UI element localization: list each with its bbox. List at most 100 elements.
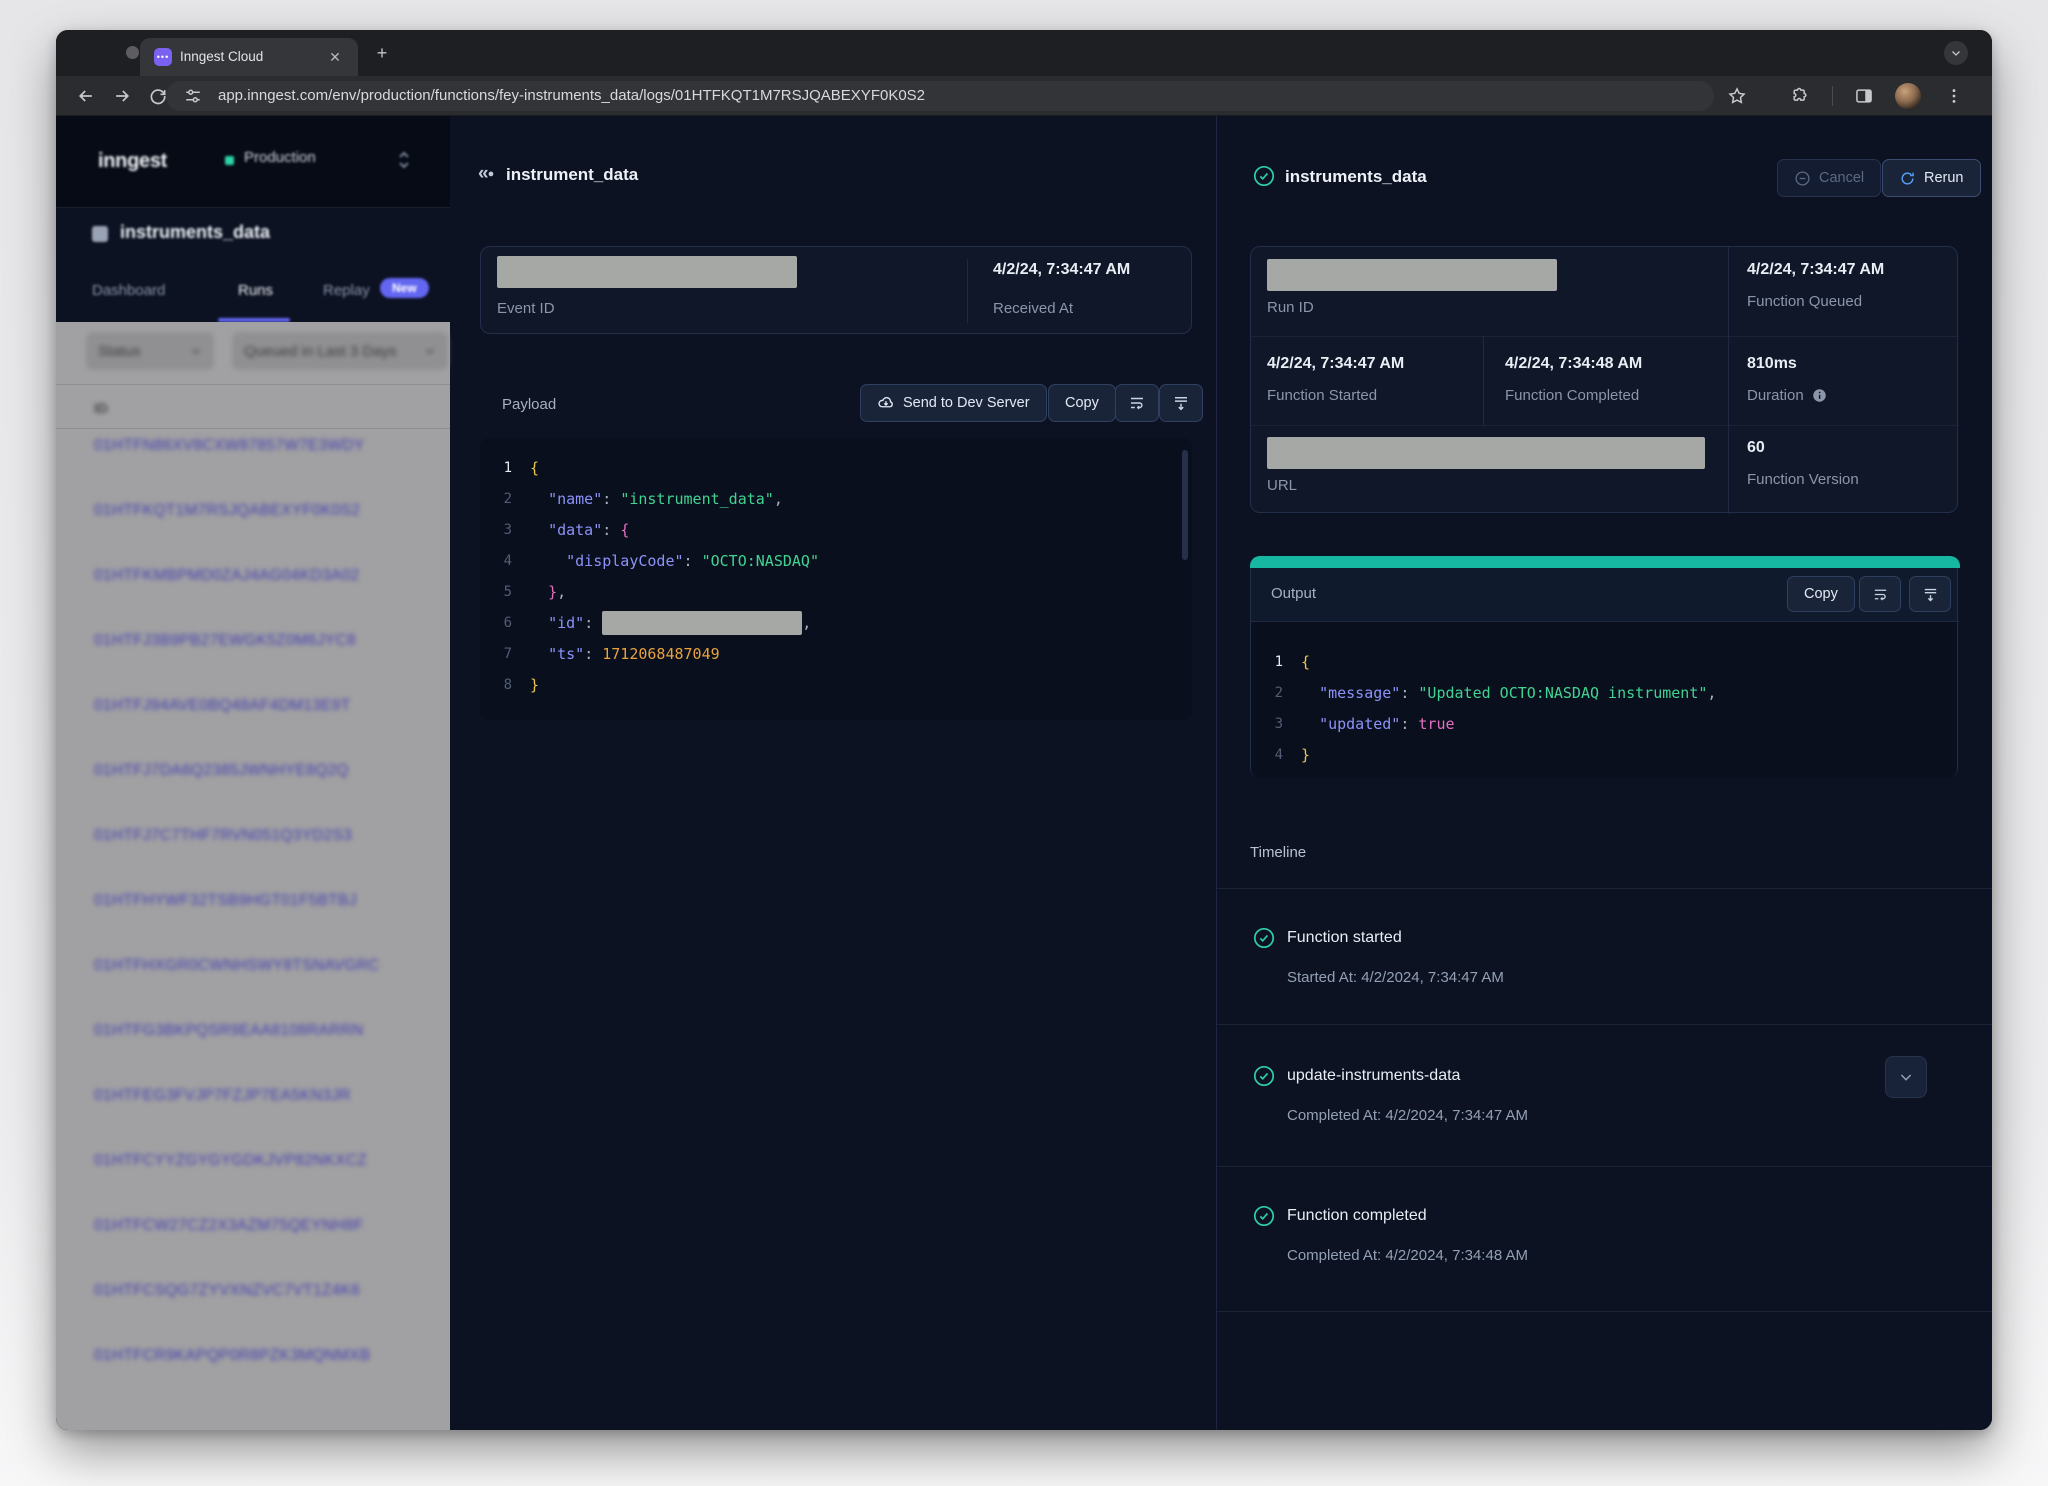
tab-replay[interactable]: Replay: [323, 282, 370, 299]
run-id-link[interactable]: 01HTFJ94AVE0BQ48AF4DM13E9T: [94, 697, 380, 717]
run-id-link[interactable]: 01HTFJ3B9PB27EWGK5Z0M6JYC8: [94, 632, 380, 652]
step-check-icon: [1252, 1204, 1276, 1228]
code-token: {: [530, 459, 539, 477]
payload-copy-button[interactable]: Copy: [1048, 384, 1116, 422]
event-info-card: Event ID 4/2/24, 7:34:47 AM Received At: [480, 246, 1192, 334]
sidebar-topnav: inngest Production: [56, 116, 450, 208]
run-id-link[interactable]: 01HTFCW27CZ2X3AZM75QEYNH8F: [94, 1217, 380, 1237]
function-icon: [92, 226, 108, 242]
step-check-icon: [1252, 1064, 1276, 1088]
chevron-down-icon: [1898, 1069, 1914, 1085]
line-number: 1: [1251, 654, 1301, 670]
rerun-button[interactable]: Rerun: [1882, 159, 1981, 197]
run-id-link[interactable]: 01HTFJ7DA6Q2385JWNHYE8Q2Q: [94, 762, 380, 782]
url-text: app.inngest.com/env/production/functions…: [218, 87, 925, 104]
timeline-entry: Function started Started At: 4/2/2024, 7:…: [1217, 916, 1992, 1026]
run-id-label: Run ID: [1267, 299, 1314, 316]
forward-icon[interactable]: [112, 86, 132, 106]
output-wrap-text-button[interactable]: [1859, 576, 1901, 612]
wrap-text-icon: [1872, 586, 1889, 603]
card-col-divider: [1728, 247, 1729, 514]
run-id-link[interactable]: 01HTFG3BKPQSR9EAA8108RARRN: [94, 1022, 380, 1042]
list-divider: [56, 428, 450, 429]
output-status-bar: [1250, 556, 1960, 568]
profile-avatar[interactable]: [1895, 83, 1921, 109]
send-to-dev-server-button[interactable]: Send to Dev Server: [860, 384, 1047, 422]
info-icon[interactable]: [1812, 388, 1827, 403]
card-divider: [967, 259, 968, 323]
run-id-link[interactable]: 01HTFHYWF32TSB9HGT01F5BTBJ: [94, 892, 380, 912]
payload-code-block[interactable]: 1{2 "name": "instrument_data",3 "data": …: [480, 438, 1192, 720]
status-filter-label: Status: [98, 343, 141, 360]
code-line: 1{: [1251, 646, 1957, 677]
function-started-label: Function Started: [1267, 387, 1377, 404]
url-bar[interactable]: app.inngest.com/env/production/functions…: [166, 81, 1714, 111]
cancel-circle-icon: [1794, 170, 1811, 187]
code-token: :: [602, 521, 620, 539]
scroll-to-bottom-icon: [1922, 586, 1939, 603]
run-id-link[interactable]: 01HTFKMBPMD0ZAJ4AG04KD3A02: [94, 567, 380, 587]
code-token: :: [684, 552, 702, 570]
card-row-divider: [1251, 425, 1959, 426]
browser-window: ••• Inngest Cloud ✕ + app.inngest.com/en…: [56, 30, 1992, 1430]
run-id-link[interactable]: 01HTFJ7C7THF7RVN051Q3YD2S3: [94, 827, 380, 847]
payload-scroll-bottom-button[interactable]: [1159, 384, 1203, 422]
code-token: [530, 614, 548, 632]
run-id-link[interactable]: 01HTFCSQG7ZYVXNZVC7VT1Z4K6: [94, 1282, 380, 1302]
payload-scrollbar[interactable]: [1182, 450, 1188, 560]
run-id-link[interactable]: 01HTFEG3FVJP7FZJP7EA5KN3JR: [94, 1087, 380, 1107]
inngest-app: inngest Production instruments_data Dash…: [56, 116, 1992, 1430]
run-id-link[interactable]: 01HTFCYYZGYGYGDKJVP82NKXCZ: [94, 1152, 380, 1172]
code-line: 4 "displayCode": "OCTO:NASDAQ": [480, 545, 1192, 576]
refresh-icon[interactable]: [148, 86, 168, 106]
received-at-value: 4/2/24, 7:34:47 AM: [993, 261, 1130, 279]
tab-search-button[interactable]: [1944, 41, 1968, 65]
timeline-entry-sub: Started At: 4/2/2024, 7:34:47 AM: [1287, 969, 1504, 986]
browser-tab[interactable]: ••• Inngest Cloud ✕: [140, 38, 358, 76]
environment-switcher-icon[interactable]: [396, 147, 412, 173]
payload-copy-label: Copy: [1065, 395, 1099, 411]
run-id-link[interactable]: 01HTFN86XV8CXW87857W7E3WDY: [94, 437, 380, 457]
toolbar-divider: [1832, 86, 1833, 106]
bookmark-star-icon[interactable]: [1727, 86, 1747, 106]
new-tab-button[interactable]: +: [372, 43, 392, 63]
run-id-link[interactable]: 01HTFKQT1M7RSJQABEXYF0K0S2: [94, 502, 380, 522]
window-close-button[interactable]: [126, 46, 139, 59]
code-line: 7 "ts": 1712068487049: [480, 638, 1192, 669]
status-filter[interactable]: Status: [86, 332, 214, 370]
timeline-expand-button[interactable]: [1885, 1056, 1927, 1098]
id-column-header: ID: [94, 400, 108, 416]
output-code-block[interactable]: 1{2 "message": "Updated OCTO:NASDAQ inst…: [1251, 622, 1957, 778]
line-number: 4: [480, 553, 530, 569]
extensions-icon[interactable]: [1790, 86, 1810, 106]
code-token: [530, 521, 548, 539]
time-range-filter[interactable]: Queued in Last 3 Days: [232, 332, 448, 370]
output-copy-button[interactable]: Copy: [1787, 576, 1855, 612]
duration-value: 810ms: [1747, 355, 1797, 373]
timeline-divider: [1217, 1166, 1992, 1167]
output-scroll-bottom-button[interactable]: [1909, 576, 1951, 612]
code-token: 1712068487049: [602, 645, 719, 663]
tab-runs[interactable]: Runs: [238, 282, 273, 299]
tab-dashboard[interactable]: Dashboard: [92, 282, 165, 299]
line-number: 2: [1251, 685, 1301, 701]
code-token: "instrument_data": [620, 490, 774, 508]
payload-wrap-text-button[interactable]: [1115, 384, 1159, 422]
run-id-link[interactable]: 01HTFHXGR0CWNHSWY8TSNAVGRC: [94, 957, 380, 977]
code-token: "displayCode": [566, 552, 683, 570]
environment-selector[interactable]: Production: [244, 149, 316, 166]
cancel-button[interactable]: Cancel: [1777, 159, 1881, 197]
site-settings-icon[interactable]: [184, 87, 202, 105]
menu-kebab-icon[interactable]: [1944, 86, 1964, 106]
timeline-entry-title: Function started: [1287, 929, 1402, 947]
event-title: instrument_data: [506, 165, 638, 185]
code-line: 6 "id": ,: [480, 607, 1192, 638]
back-icon[interactable]: [76, 86, 96, 106]
event-panel: «● instrument_data Event ID 4/2/24, 7:34…: [450, 116, 1217, 1430]
timeline-entry: update-instruments-dataCompleted At: 4/2…: [1217, 1054, 1992, 1164]
run-id-link[interactable]: 01HTFCR9KAPQP0R8PZK3MQNMXB: [94, 1347, 380, 1367]
timeline-divider: [1217, 888, 1992, 889]
runs-list-panel: Status Queued in Last 3 Days ID 01HTFN86…: [56, 322, 450, 1430]
side-panel-icon[interactable]: [1854, 86, 1874, 106]
tab-close-icon[interactable]: ✕: [326, 48, 344, 66]
